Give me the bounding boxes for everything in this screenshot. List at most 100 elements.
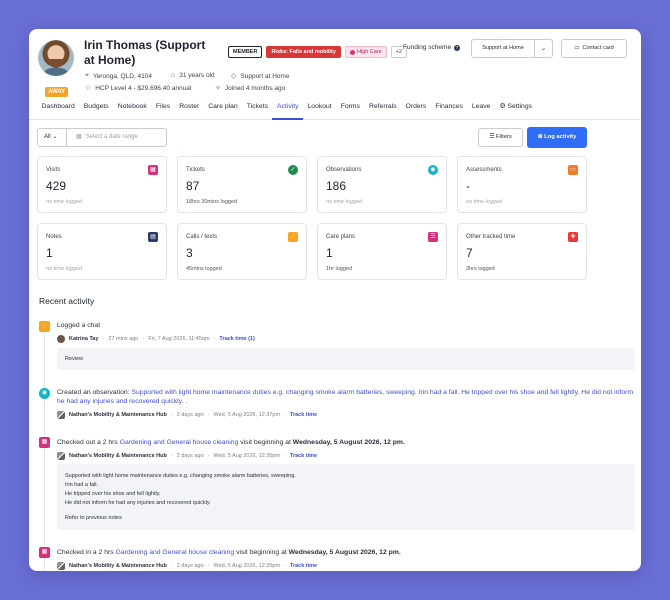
activity-author[interactable]: Nathan's Mobility & Maintenance Hub [69, 563, 167, 569]
activity-author[interactable]: Nathan's Mobility & Maintenance Hub [69, 412, 167, 418]
tab-files[interactable]: Files [151, 100, 174, 120]
stat-value: 1 [326, 246, 333, 260]
stat-notes[interactable]: Notes 1 no time logged ▤ [37, 223, 167, 280]
eye-icon: ◉ [428, 165, 438, 175]
info-icon[interactable]: ? [454, 44, 461, 51]
track-time-link[interactable]: Track time [290, 453, 317, 459]
log-activity-button[interactable]: ⊕ Log activity [527, 127, 587, 148]
activity-meta: Katrina Tay · 27 mins ago · Fri, 7 Aug 202… [57, 335, 255, 343]
nav-tabs: Dashboard Budgets Notebook Files Roster … [29, 100, 641, 120]
tab-notebook[interactable]: Notebook [113, 100, 151, 120]
note-line: Irin had a fall. [65, 482, 99, 488]
activity-title: Logged a chat [57, 322, 101, 329]
age: ⌂ 31 years old [171, 72, 215, 79]
stat-value: 7 [466, 246, 473, 260]
stat-assessments[interactable]: Assessments - no time logged ▭ [457, 156, 587, 213]
stat-label: Tickets [186, 167, 205, 173]
stat-label: Observations [326, 167, 362, 173]
stat-label: Care plans [326, 234, 356, 240]
tab-leave[interactable]: Leave [467, 100, 495, 120]
type-select[interactable]: All ⌄ [37, 128, 67, 147]
activity-prefix: Checked out a 2 hrs [57, 439, 120, 446]
date-range-placeholder: Select a date range [85, 134, 138, 140]
stat-sub: no time logged [46, 199, 83, 205]
activity-title: Created an observation: Supported with l… [57, 388, 637, 406]
chat-icon: ◌ [39, 321, 50, 332]
stat-other-tracked-time[interactable]: Other tracked time 7 3hrs logged ✚ [457, 223, 587, 280]
plus-icon: ⊕ [537, 134, 543, 140]
tab-settings[interactable]: ⚙ Settings [495, 100, 537, 120]
tab-activity[interactable]: Activity [272, 100, 304, 120]
chevron-down-icon[interactable]: ⌄ [535, 40, 552, 57]
tab-lookout[interactable]: Lookout [303, 100, 336, 120]
stat-calls-texts[interactable]: Calls / texts 3 45mins logged ◌ [177, 223, 307, 280]
org-logo-icon [57, 562, 65, 570]
visit-link[interactable]: Gardening and General house cleaning [116, 549, 235, 556]
stat-value: 186 [326, 179, 347, 193]
visit-link[interactable]: Gardening and General house cleaning [120, 439, 239, 446]
program: ◇ Support at Home [231, 72, 290, 81]
stat-label: Other tracked time [466, 234, 516, 240]
avatar[interactable] [38, 40, 74, 76]
program-text: Support at Home [240, 72, 290, 80]
stat-care-plans[interactable]: Care plans 1 1hr logged ☰ [317, 223, 447, 280]
care-badge-label: High Care [356, 49, 382, 55]
type-select-value: All [44, 134, 51, 140]
stat-observations[interactable]: Observations 186 no time logged ◉ [317, 156, 447, 213]
activity-author[interactable]: Katrina Tay [69, 336, 99, 342]
plus-icon: ✚ [568, 232, 578, 242]
activity-detail-box: Supported with light home maintenance du… [57, 464, 635, 530]
stat-sub: no time logged [326, 199, 363, 205]
track-time-link[interactable]: Track time [290, 412, 317, 418]
calendar-icon: ▦ [39, 437, 50, 448]
tab-care-plan[interactable]: Care plan [204, 100, 242, 120]
tab-forms[interactable]: Forms [336, 100, 364, 120]
timeline-line [44, 326, 45, 571]
stat-label: Visits [46, 167, 61, 173]
org-logo-icon [57, 452, 65, 460]
visit-datetime: Wednesday, 5 August 2026, 12 pm. [292, 439, 405, 446]
note-line: Supported with light home maintenance du… [65, 473, 296, 479]
stat-sub: 18hrs 30mins logged [186, 199, 238, 205]
tab-settings-label: Settings [507, 103, 532, 110]
filters-button[interactable]: ☰ Filters [478, 128, 523, 147]
tab-tickets[interactable]: Tickets [242, 100, 272, 120]
tab-referrals[interactable]: Referrals [364, 100, 401, 120]
refer-notes-link[interactable]: Refer to previous notes [65, 514, 627, 523]
tab-roster[interactable]: Roster [175, 100, 204, 120]
star-icon: ☆ [85, 85, 92, 92]
funding-scheme-label: Funding scheme ? [403, 44, 461, 51]
activity-ago: 27 mins ago [108, 336, 139, 342]
tab-orders[interactable]: Orders [401, 100, 431, 120]
tab-budgets[interactable]: Budgets [79, 100, 113, 120]
track-time-link[interactable]: Track time (1) [219, 336, 254, 342]
care-badge[interactable]: High Care [344, 46, 387, 58]
high-care-icon [349, 49, 355, 55]
track-time-link[interactable]: Track time [290, 563, 317, 569]
contact-card-button[interactable]: ▭ Contact card [561, 39, 627, 58]
stat-visits[interactable]: Visits 429 no time logged ▦ [37, 156, 167, 213]
status-badge: AWAY [45, 87, 69, 97]
visit-datetime: Wednesday, 5 August 2026, 12 pm. [288, 549, 401, 556]
activity-prefix: Created an observation: [57, 389, 132, 396]
location-text: Yeronga, QLD, 4104 [92, 72, 152, 80]
tag-icon: ◇ [231, 73, 237, 80]
observation-link[interactable]: Supported with light home maintenance du… [57, 389, 633, 405]
stat-value: 87 [186, 179, 200, 193]
tab-finances[interactable]: Finances [431, 100, 468, 120]
date-range-input[interactable]: ▦ Select a date range [66, 128, 167, 147]
activity-ago: 2 days ago [176, 563, 204, 569]
note-line: He tripped over his shoe and fell lightl… [65, 491, 161, 497]
risk-badge[interactable]: Risks: Falls and mobility [266, 46, 341, 58]
age-text: 31 years old [179, 72, 215, 79]
stat-label: Calls / texts [186, 234, 218, 240]
activity-detail-text: Review [65, 356, 84, 362]
note-icon: ▤ [148, 232, 158, 242]
stat-tickets[interactable]: Tickets 87 18hrs 30mins logged ✓ [177, 156, 307, 213]
client-badges: MEMBER Risks: Falls and mobility High Ca… [228, 46, 407, 58]
tab-dashboard[interactable]: Dashboard [37, 100, 79, 120]
activity-date: Fri, 7 Aug 2026, 11:45am [148, 336, 210, 342]
activity-author[interactable]: Nathan's Mobility & Maintenance Hub [69, 453, 167, 459]
funding-scheme-select[interactable]: Support at Home ⌄ [471, 39, 553, 58]
member-badge: MEMBER [228, 46, 263, 58]
